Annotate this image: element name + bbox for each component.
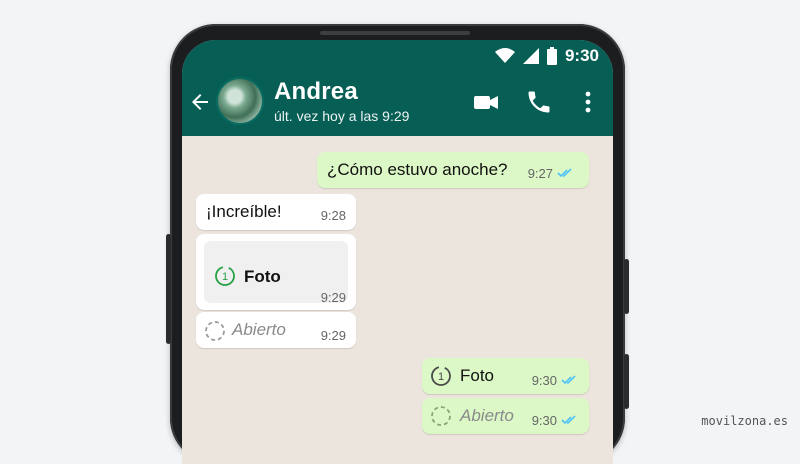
side-button-left [166, 234, 171, 344]
status-time: 9:30 [564, 46, 599, 65]
battery-icon [546, 47, 557, 65]
back-arrow-icon[interactable] [188, 90, 212, 114]
message-bubble-outgoing-view-once[interactable]: 1 Foto 9:30 [422, 358, 589, 394]
voice-call-icon[interactable] [525, 88, 553, 116]
double-check-read-icon [557, 168, 572, 178]
message-bubble-incoming-opened[interactable]: Abierto 9:29 [196, 312, 356, 348]
message-time: 9:27 [527, 166, 553, 181]
double-check-read-icon [561, 375, 576, 385]
view-once-label: Abierto [232, 320, 286, 339]
message-time: 9:29 [320, 328, 346, 343]
side-button-right-lower [624, 354, 629, 409]
svg-text:1: 1 [222, 271, 228, 283]
contact-name[interactable]: Andrea [274, 78, 358, 106]
double-check-read-icon [561, 415, 576, 425]
chat-area: ¿Cómo estuvo anoche? 9:27 ¡Increíble! 9:… [182, 136, 613, 464]
message-time: 9:30 [531, 373, 557, 388]
more-options-icon[interactable] [574, 88, 602, 116]
phone-screen: 9:30 Andrea últ. vez hoy a las 9:29 ¿Cóm… [182, 40, 613, 464]
view-once-icon: 1 [431, 366, 451, 386]
wifi-icon [494, 48, 515, 63]
video-call-icon[interactable] [472, 88, 500, 116]
cellular-signal-icon [522, 48, 539, 64]
phone-frame: 9:30 Andrea últ. vez hoy a las 9:29 ¿Cóm… [166, 24, 629, 464]
contact-avatar[interactable] [216, 77, 264, 125]
message-bubble-outgoing[interactable]: ¿Cómo estuvo anoche? 9:27 [317, 152, 589, 188]
message-bubble-incoming-view-once[interactable]: 1 Foto 9:29 [196, 234, 356, 310]
opened-dashed-circle-icon [431, 406, 451, 426]
status-icons: 9:30 [494, 46, 599, 66]
side-button-right-upper [624, 259, 629, 314]
opened-dashed-circle-icon [205, 321, 225, 341]
watermark-text: movilzona.es [701, 414, 788, 428]
message-bubble-incoming[interactable]: ¡Increíble! 9:28 [196, 194, 356, 230]
view-once-label: Foto [244, 267, 281, 286]
message-text: ¡Increíble! [206, 202, 282, 221]
view-once-icon: 1 [215, 266, 235, 286]
message-time: 9:28 [320, 208, 346, 223]
earpiece-speaker [320, 31, 470, 35]
chat-header: Andrea últ. vez hoy a las 9:29 [182, 70, 613, 136]
status-bar: 9:30 [182, 40, 613, 70]
message-time: 9:30 [531, 413, 557, 428]
message-bubble-outgoing-opened[interactable]: Abierto 9:30 [422, 398, 589, 434]
message-text: ¿Cómo estuvo anoche? [327, 160, 508, 179]
last-seen-status: últ. vez hoy a las 9:29 [274, 108, 410, 124]
view-once-label: Foto [460, 366, 495, 385]
view-once-label: Abierto [460, 406, 514, 425]
message-time: 9:29 [320, 290, 346, 305]
svg-text:1: 1 [438, 371, 444, 383]
